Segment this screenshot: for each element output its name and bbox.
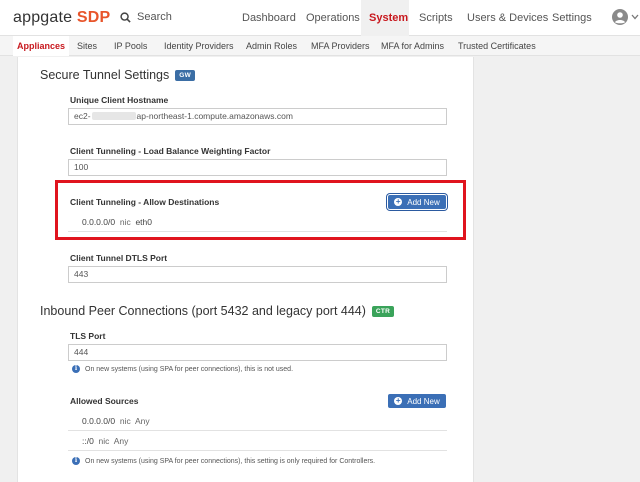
info-icon: i [72, 365, 80, 373]
tab-admin-roles[interactable]: Admin Roles [242, 36, 301, 56]
add-source-button[interactable]: + Add New [388, 394, 446, 408]
avatar-icon [612, 9, 628, 25]
tab-mfa-providers[interactable]: MFA Providers [307, 36, 374, 56]
dtls-port-input[interactable]: 443 [68, 266, 447, 283]
info-icon: i [72, 457, 80, 465]
nav-dashboard[interactable]: Dashboard [234, 0, 304, 36]
hostname-label: Unique Client Hostname [70, 95, 169, 105]
search-button[interactable]: Search [120, 11, 172, 23]
secure-tunnel-heading: Secure Tunnel Settings GW [40, 68, 196, 82]
tls-port-label: TLS Port [70, 331, 106, 341]
load-balance-input[interactable]: 100 [68, 159, 447, 176]
chevron-down-icon [631, 14, 639, 20]
dtls-port-label: Client Tunnel DTLS Port [70, 253, 168, 263]
user-menu[interactable] [612, 9, 639, 25]
sources-note: i On new systems (using SPA for peer conn… [72, 457, 375, 465]
redacted-segment [91, 112, 136, 120]
gw-badge: GW [175, 70, 196, 81]
nav-users-devices[interactable]: Users & Devices [459, 0, 556, 36]
nav-settings[interactable]: Settings [544, 0, 600, 36]
load-balance-label: Client Tunneling - Load Balance Weightin… [70, 146, 271, 156]
tls-port-input[interactable]: 444 [68, 344, 447, 361]
inbound-peer-heading: Inbound Peer Connections (port 5432 and … [40, 304, 395, 318]
right-sidebar [474, 57, 640, 482]
source-row[interactable]: 0.0.0.0/0 nic Any [68, 411, 447, 431]
nav-scripts[interactable]: Scripts [411, 0, 461, 36]
nav-operations[interactable]: Operations [298, 0, 368, 36]
search-label: Search [137, 11, 172, 23]
tab-trusted-certificates[interactable]: Trusted Certificates [454, 36, 540, 56]
tab-sites[interactable]: Sites [73, 36, 101, 56]
source-row[interactable]: ::/0 nic Any [68, 431, 447, 451]
top-navigation: appgate SDP Search Dashboard Operations … [0, 0, 640, 36]
allowed-sources-label: Allowed Sources [70, 396, 139, 406]
highlight-box [55, 180, 466, 240]
ctr-badge: CTR [371, 306, 395, 317]
plus-icon: + [394, 396, 403, 405]
appgate-logo[interactable]: appgate SDP [13, 9, 110, 27]
sub-navigation: Appliances Sites IP Pools Identity Provi… [0, 36, 640, 56]
tab-mfa-for-admins[interactable]: MFA for Admins [377, 36, 448, 56]
search-icon [120, 11, 131, 23]
tls-port-note: i On new systems (using SPA for peer conn… [72, 365, 293, 373]
tab-identity-providers[interactable]: Identity Providers [160, 36, 238, 56]
tab-ip-pools[interactable]: IP Pools [110, 36, 151, 56]
hostname-input[interactable]: ec2- ap-northeast-1.compute.amazonaws.com [68, 108, 447, 125]
tab-appliances[interactable]: Appliances [13, 36, 70, 56]
nav-system[interactable]: System [361, 0, 409, 36]
